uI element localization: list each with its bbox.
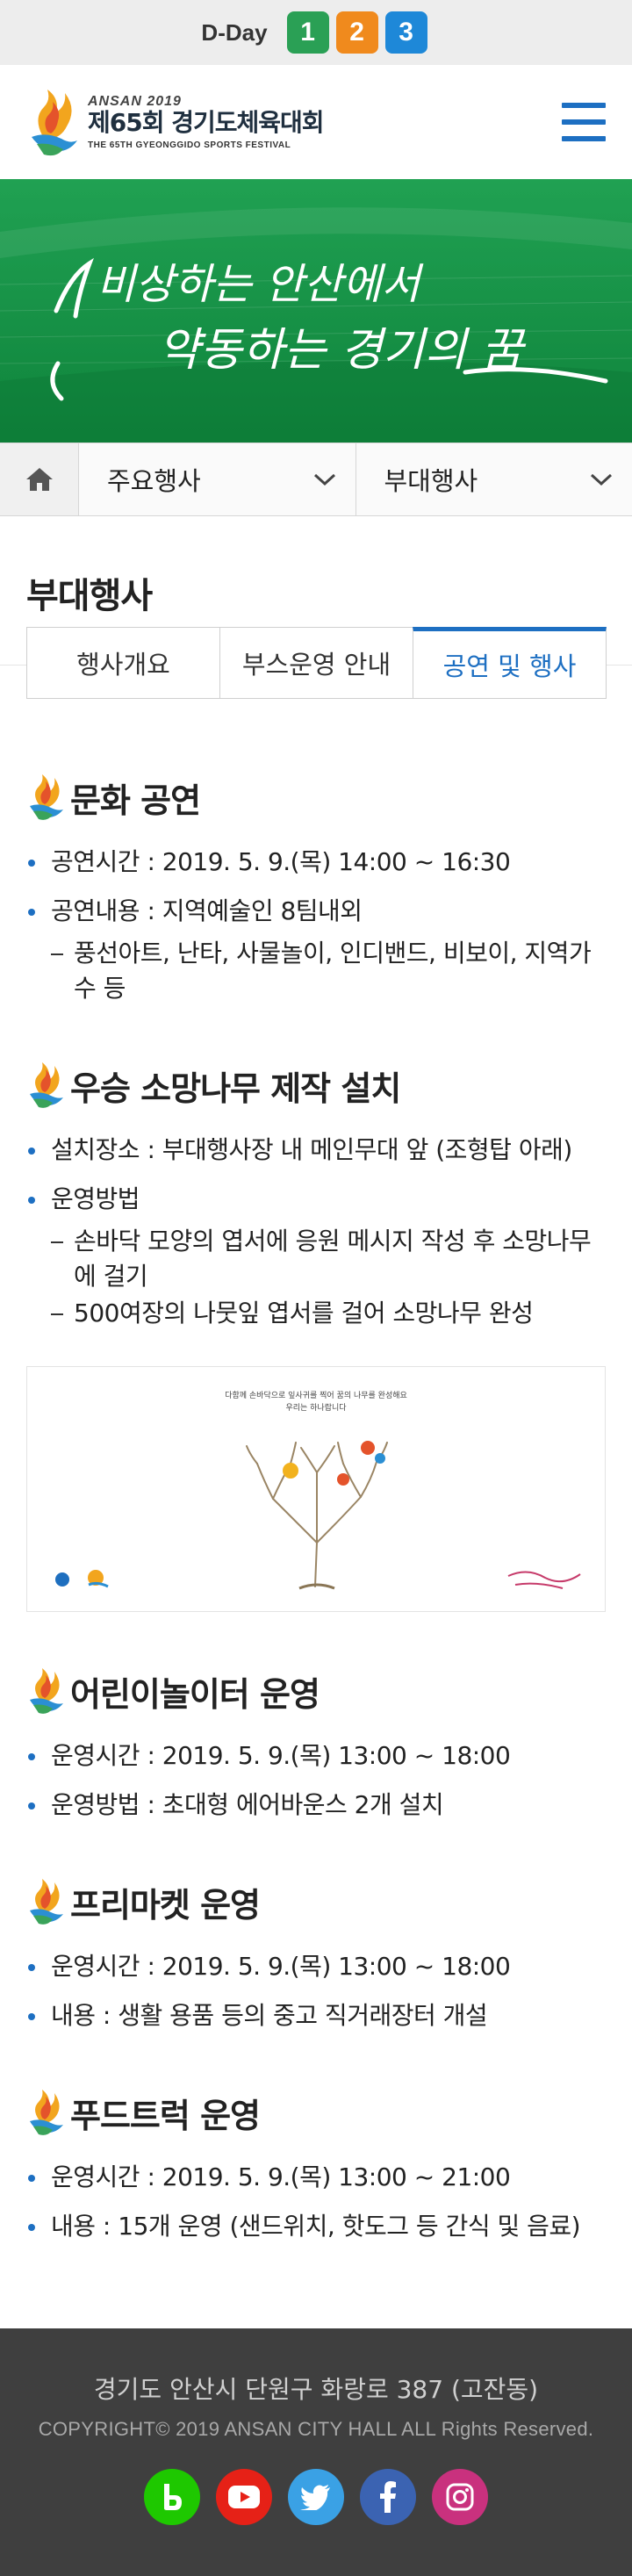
info-subitem: 500여장의 나뭇잎 엽서를 걸어 소망나무 완성 [26,1296,606,1331]
info-item: 내용 : 생활 용품 등의 중고 직거래장터 개설 [26,1998,606,2033]
site-header: ANSAN 2019 제65회 경기도체육대회 THE 65TH GYEONGG… [0,65,632,179]
youtube-icon[interactable] [216,2469,272,2525]
section-title: 푸드트럭 운영 [70,2096,261,2135]
section-title: 우승 소망나무 제작 설치 [70,1069,401,1108]
sub-event-select[interactable]: 부대행사 [356,443,632,515]
tab-performance[interactable]: 공연 및 행사 [413,627,607,699]
info-item: 운영시간 : 2019. 5. 9.(목) 13:00 ~ 18:00 [26,1949,606,1984]
info-subitem: 풍선아트, 난타, 사물놀이, 인디밴드, 비보이, 지역가수 등 [26,936,606,1006]
select-label: 주요행사 [107,466,201,496]
site-logo[interactable]: ANSAN 2019 제65회 경기도체육대회 THE 65TH GYEONGG… [25,83,325,162]
social-links [0,2469,632,2525]
logo-title: 제65회 경기도체육대회 [88,108,325,138]
info-item: 공연내용 : 지역예술인 8팀내외 [26,894,606,929]
stadium-background: 비상하는 안산에서 약동하는 경기의 꿈 [0,179,632,443]
info-item: 운영시간 : 2019. 5. 9.(목) 13:00 ~ 21:00 [26,2160,606,2195]
site-footer: 경기도 안산시 단원구 화랑로 387 (고잔동) COPYRIGHT© 201… [0,2328,632,2576]
info-item: 운영시간 : 2019. 5. 9.(목) 13:00 ~ 18:00 [26,1738,606,1774]
main-event-select[interactable]: 주요행사 [79,443,356,515]
select-label: 부대행사 [384,466,478,496]
logo-english: THE 65TH GYEONGGIDO SPORTS FESTIVAL [88,140,291,150]
section-heading: 우승 소망나무 제작 설치 [26,1061,606,1110]
torch-icon [30,1879,63,1925]
slogan-signature [507,1571,581,1583]
home-button[interactable] [0,443,79,515]
dday-bar: D-Day 1 2 3 [0,0,632,65]
section-title: 어린이놀이터 운영 [70,1674,320,1714]
instagram-icon[interactable] [432,2469,488,2525]
torch-icon [30,1668,63,1714]
footer-address: 경기도 안산시 단원구 화랑로 387 (고잔동) [93,2375,539,2404]
hero-banner: 비상하는 안산에서 약동하는 경기의 꿈 [0,179,632,443]
chevron-down-icon [313,473,335,486]
twitter-icon[interactable] [288,2469,344,2525]
torch-icon [30,1062,63,1108]
tab-overview[interactable]: 행사개요 [26,627,220,699]
wish-tree-illustration [55,1441,581,1590]
main-content: 문화 공연 공연시간 : 2019. 5. 9.(목) 14:00 ~ 16:3… [0,773,632,2244]
torch-icon [30,774,63,820]
section-title: 문화 공연 [70,781,201,820]
content-tabs: 행사개요 부스운영 안내 공연 및 행사 [26,627,607,699]
dday-digit-2: 2 [335,11,378,54]
facebook-icon[interactable] [360,2469,416,2525]
section-heading: 프리마켓 운영 [26,1877,606,1926]
hamburger-menu-icon[interactable] [562,103,606,141]
info-item: 운영방법 : 초대형 에어바운스 2개 설치 [26,1788,606,1823]
dday-digit-3: 3 [384,11,427,54]
tab-booth[interactable]: 부스운영 안내 [219,627,413,699]
info-item: 공연시간 : 2019. 5. 9.(목) 14:00 ~ 16:30 [26,845,606,880]
info-item: 내용 : 15개 운영 (샌드위치, 핫도그 등 간식 및 음료) [26,2209,606,2244]
section-title: 프리마켓 운영 [70,1885,261,1925]
slogan-line-2: 약동하는 경기의 꿈 [158,324,527,377]
sub-navigation: 주요행사 부대행사 [0,443,632,516]
chevron-down-icon [590,473,613,486]
section-heading: 어린이놀이터 운영 [26,1666,606,1716]
info-subitem: 손바닥 모양의 엽서에 응원 메시지 작성 후 소망나무에 걸기 [26,1224,606,1294]
dday-digit-1: 1 [286,11,329,54]
footer-copyright: COPYRIGHT© 2019 ANSAN CITY HALL ALL Righ… [38,2418,594,2440]
page-title: 부대행사 [26,576,153,616]
slogan-line-1: 비상하는 안산에서 [97,260,424,309]
info-item: 운영방법 [26,1182,606,1217]
band-icon[interactable] [144,2469,200,2525]
dday-label: D-Day [201,18,268,46]
torch-logo-icon [32,90,77,156]
torch-icon [30,2090,63,2135]
section-heading: 푸드트럭 운영 [26,2088,606,2137]
home-icon [25,468,53,491]
wish-tree-image: 다함께 손바닥으로 잎사귀를 찍어 꿈의 나무를 완성해요 우리는 하나랍니다 [26,1366,606,1612]
section-heading: 문화 공연 [26,773,606,822]
info-item: 설치장소 : 부대행사장 내 메인무대 앞 (조형탑 아래) [26,1133,606,1168]
ansan-logo-mark [55,1570,109,1588]
